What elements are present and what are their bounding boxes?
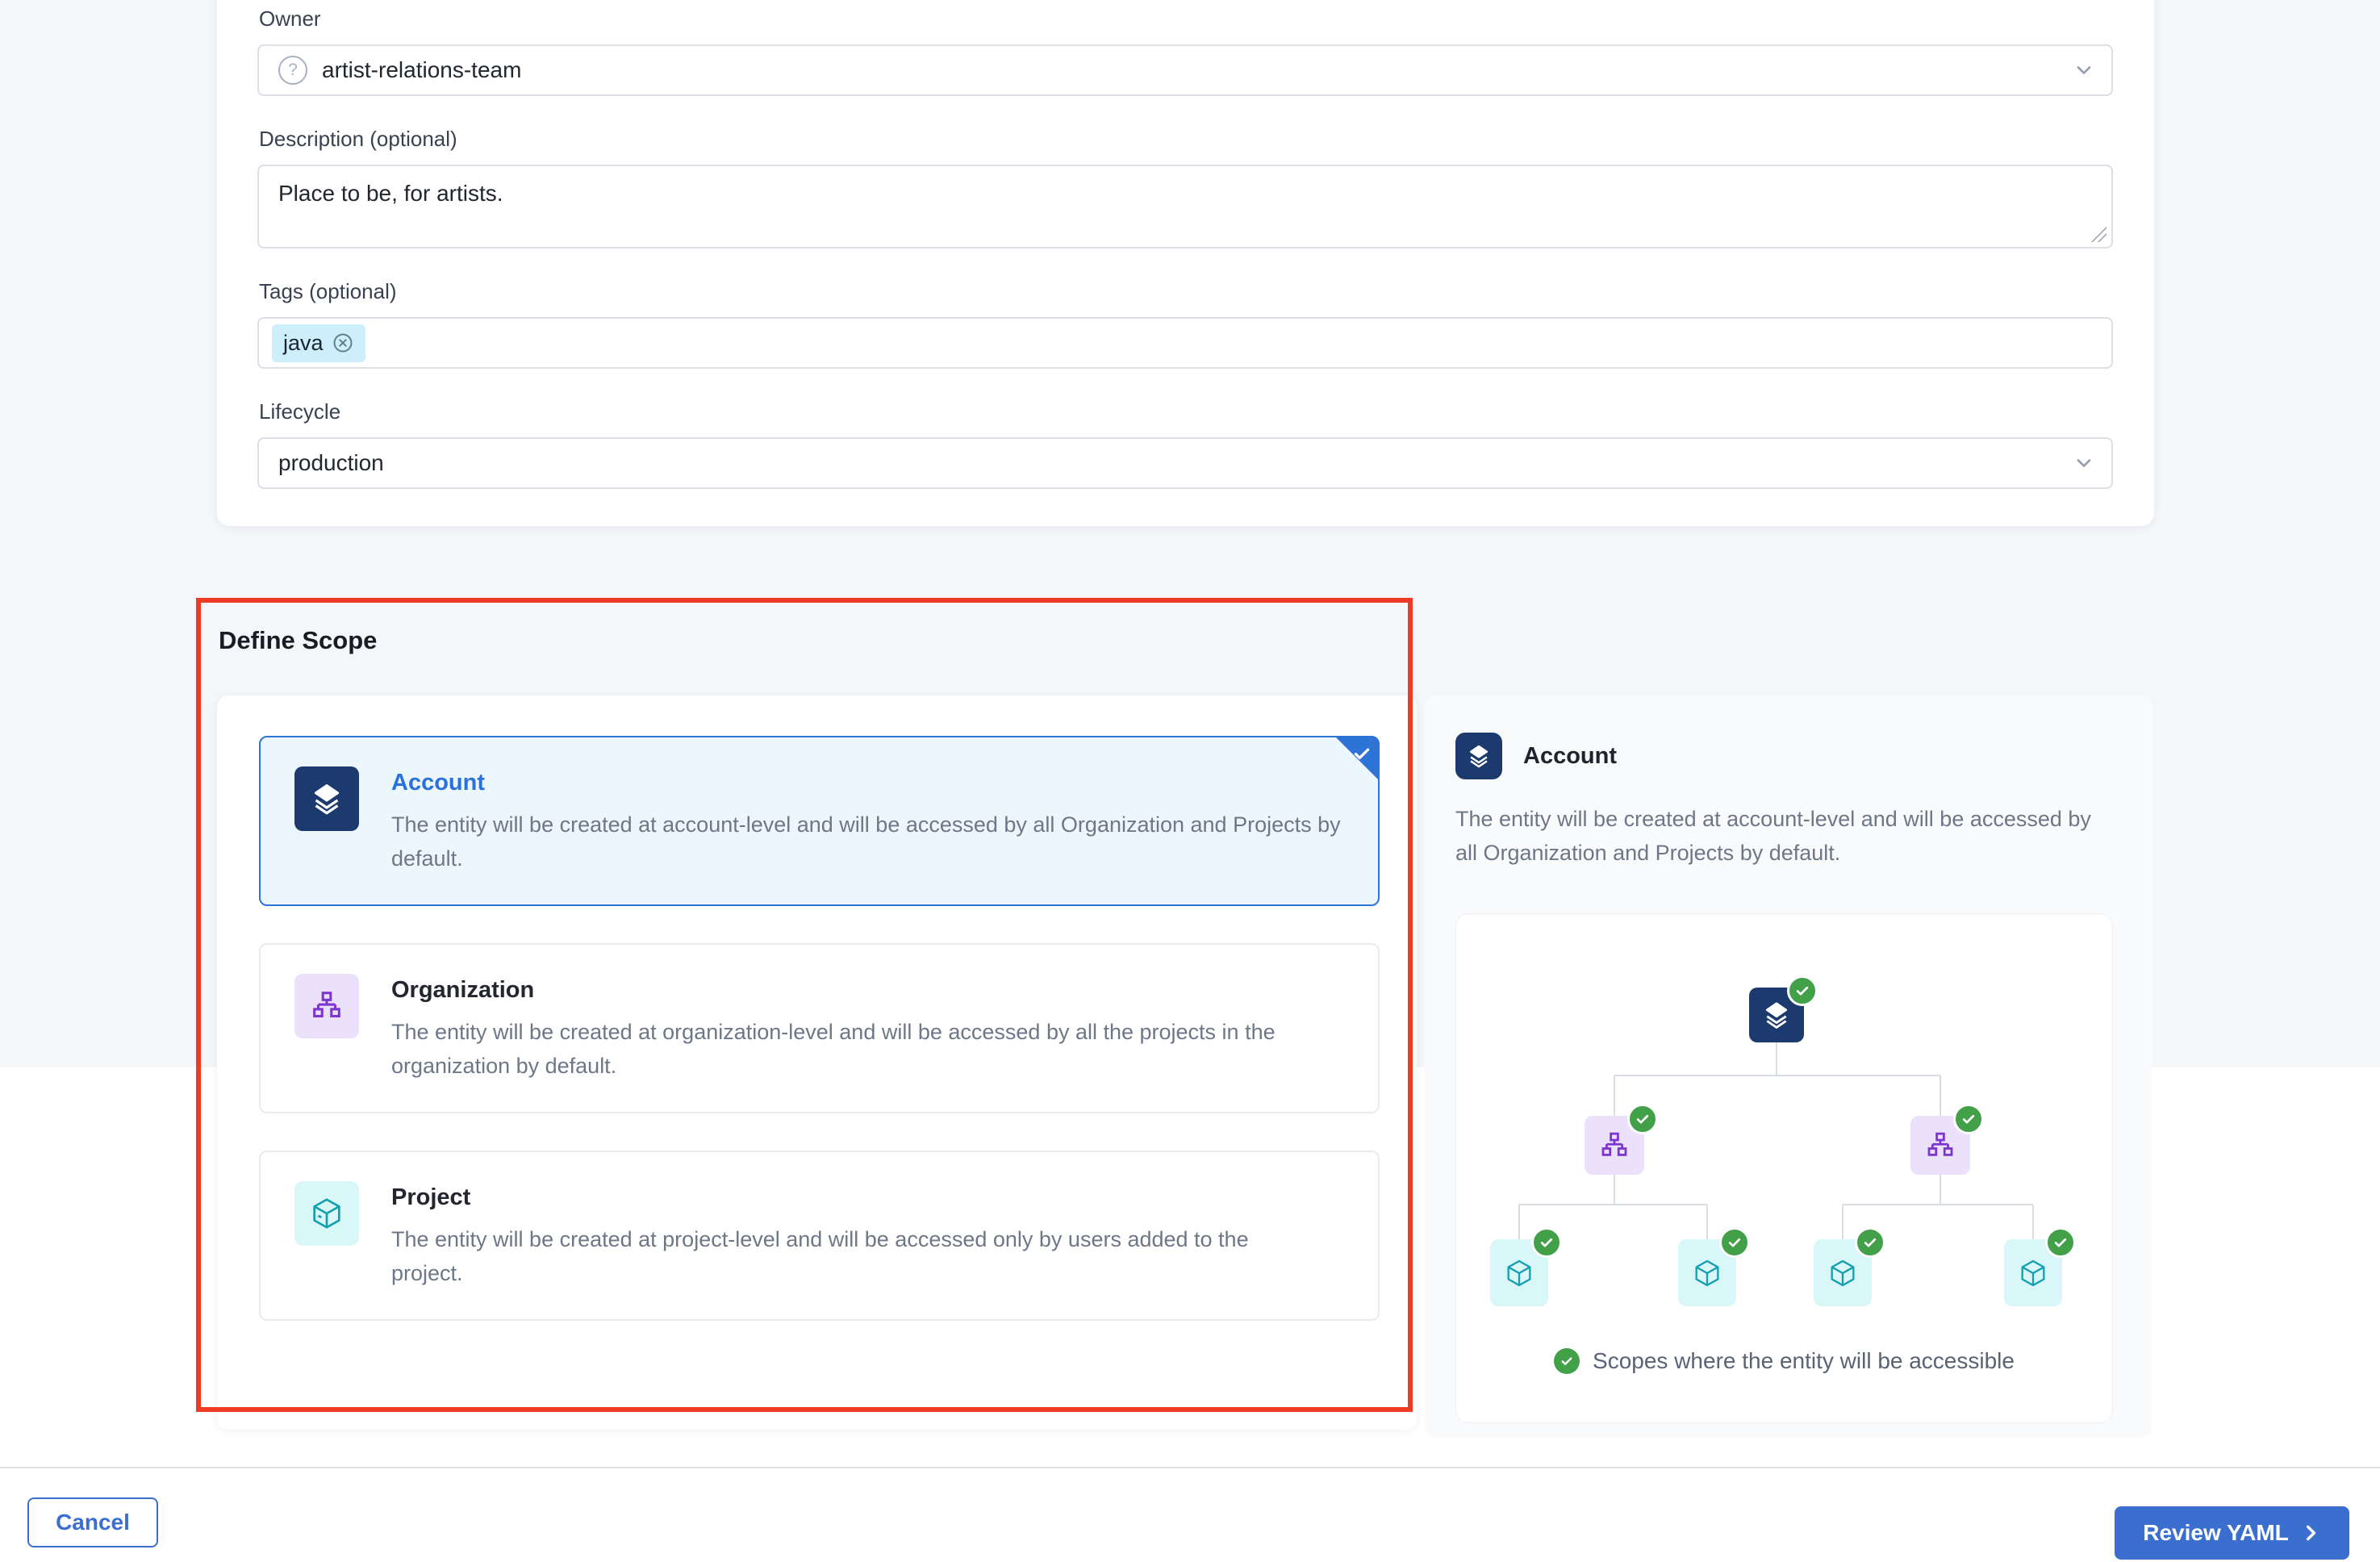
layers-icon bbox=[1455, 733, 1502, 779]
tree-project-node bbox=[2004, 1239, 2062, 1306]
owner-label: Owner bbox=[259, 6, 2114, 31]
owner-select[interactable]: ? artist-relations-team bbox=[257, 44, 2113, 96]
preview-header: Account bbox=[1455, 733, 2152, 779]
tree-organization-node bbox=[1910, 1116, 1970, 1175]
legend-text: Scopes where the entity will be accessib… bbox=[1593, 1348, 2015, 1374]
check-badge-icon bbox=[1787, 975, 1818, 1006]
description-label: Description (optional) bbox=[259, 127, 2114, 152]
review-yaml-button[interactable]: Review YAML bbox=[2115, 1506, 2349, 1560]
chevron-down-icon bbox=[2073, 452, 2095, 474]
check-badge-icon bbox=[2045, 1227, 2076, 1258]
resize-handle[interactable] bbox=[2090, 226, 2107, 242]
tree-project-node bbox=[1814, 1239, 1872, 1306]
check-badge-icon bbox=[1627, 1104, 1658, 1134]
tag-chip[interactable]: java bbox=[272, 324, 365, 362]
define-scope-title: Define Scope bbox=[219, 626, 377, 655]
description-value: Place to be, for artists. bbox=[278, 181, 503, 207]
check-badge-icon bbox=[1953, 1104, 1984, 1134]
scope-tree-diagram: Scopes where the entity will be accessib… bbox=[1455, 913, 2113, 1423]
option-description: The entity will be created at organizati… bbox=[391, 1015, 1311, 1083]
layers-icon bbox=[294, 766, 359, 831]
scope-options-card: Account The entity will be created at ac… bbox=[217, 695, 1417, 1430]
tags-input[interactable]: java bbox=[257, 317, 2113, 369]
option-description: The entity will be created at account-le… bbox=[391, 808, 1344, 875]
check-badge-icon bbox=[1719, 1227, 1750, 1258]
legend-check-icon bbox=[1554, 1348, 1580, 1374]
scope-option-account[interactable]: Account The entity will be created at ac… bbox=[259, 736, 1380, 906]
scope-option-organization[interactable]: Organization The entity will be created … bbox=[259, 943, 1380, 1113]
review-yaml-label: Review YAML bbox=[2143, 1520, 2289, 1546]
chevron-right-icon bbox=[2300, 1522, 2321, 1543]
tree-organization-node bbox=[1585, 1116, 1644, 1175]
option-description: The entity will be created at project-le… bbox=[391, 1222, 1283, 1290]
option-title: Organization bbox=[391, 977, 1311, 1004]
cube-icon bbox=[294, 1181, 359, 1246]
preview-description: The entity will be created at account-le… bbox=[1455, 802, 2111, 870]
lifecycle-value: production bbox=[278, 450, 384, 476]
remove-tag-icon[interactable] bbox=[332, 332, 354, 354]
owner-value: artist-relations-team bbox=[322, 57, 521, 83]
tree-project-node bbox=[1490, 1239, 1548, 1306]
question-icon: ? bbox=[278, 56, 307, 85]
check-badge-icon bbox=[1855, 1227, 1885, 1258]
corner-check-icon bbox=[1351, 743, 1372, 764]
entity-create-wizard: Owner ? artist-relations-team Descriptio… bbox=[0, 0, 2380, 1562]
footer-divider bbox=[0, 1467, 2380, 1468]
tree-account-node bbox=[1749, 988, 1804, 1042]
lifecycle-select[interactable]: production bbox=[257, 437, 2113, 489]
check-badge-icon bbox=[1531, 1227, 1562, 1258]
lifecycle-label: Lifecycle bbox=[259, 399, 2114, 424]
scope-option-project[interactable]: Project The entity will be created at pr… bbox=[259, 1151, 1380, 1321]
option-title: Account bbox=[391, 770, 1344, 796]
option-title: Project bbox=[391, 1184, 1283, 1211]
scope-preview-panel: Account The entity will be created at ac… bbox=[1425, 695, 2152, 1437]
tags-label: Tags (optional) bbox=[259, 279, 2114, 304]
hierarchy-icon bbox=[294, 974, 359, 1038]
preview-title: Account bbox=[1523, 743, 1617, 770]
description-textarea[interactable]: Place to be, for artists. bbox=[257, 165, 2113, 248]
cancel-button[interactable]: Cancel bbox=[27, 1497, 158, 1547]
tag-chip-label: java bbox=[283, 331, 324, 356]
tree-legend: Scopes where the entity will be accessib… bbox=[1456, 1348, 2112, 1374]
entity-details-card: Owner ? artist-relations-team Descriptio… bbox=[217, 0, 2154, 526]
tree-project-node bbox=[1678, 1239, 1736, 1306]
chevron-down-icon bbox=[2073, 59, 2095, 81]
